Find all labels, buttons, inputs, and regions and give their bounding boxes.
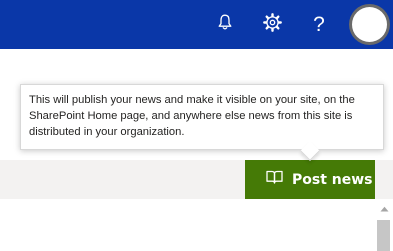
post-news-label: Post news — [292, 171, 373, 188]
notifications-button[interactable] — [203, 0, 247, 49]
page: ? Post news This will publish your news … — [0, 0, 393, 251]
account-button[interactable] — [345, 0, 393, 49]
gear-icon — [262, 12, 282, 37]
avatar — [351, 7, 387, 42]
teaching-bubble-text: This will publish your news and make it … — [29, 94, 355, 138]
suite-header: ? — [0, 0, 393, 49]
scrollbar-thumb[interactable] — [377, 220, 390, 251]
teaching-bubble: This will publish your news and make it … — [20, 84, 384, 150]
post-news-button[interactable]: Post news — [245, 160, 375, 199]
settings-button[interactable] — [250, 0, 294, 49]
bell-icon — [217, 13, 233, 36]
book-icon — [266, 170, 283, 189]
scroll-up-button[interactable] — [375, 199, 393, 217]
help-button[interactable]: ? — [297, 0, 341, 49]
help-icon: ? — [313, 13, 325, 36]
caret-up-icon — [380, 199, 389, 217]
